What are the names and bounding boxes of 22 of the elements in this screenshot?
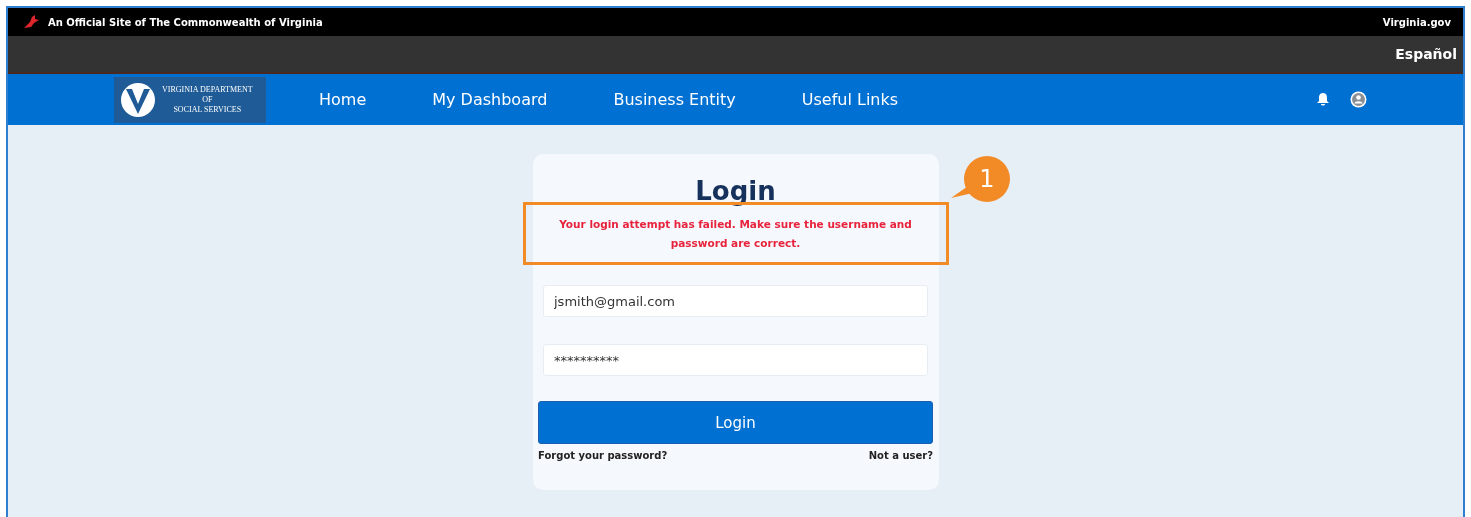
language-link[interactable]: Español bbox=[1395, 46, 1457, 62]
bell-icon[interactable] bbox=[1316, 92, 1330, 107]
nav-link[interactable]: Business Entity bbox=[580, 90, 769, 109]
logo-text: SOCIAL SERVICES bbox=[173, 104, 242, 115]
agency-logo[interactable]: VIRGINIA DEPARTMENT OF SOCIAL SERVICES bbox=[114, 76, 266, 123]
user-avatar-icon[interactable] bbox=[1350, 91, 1367, 108]
logo-text: VIRGINIA DEPARTMENT bbox=[162, 84, 253, 95]
username-field[interactable]: jsmith@gmail.com bbox=[543, 285, 928, 317]
virginia-gov-link[interactable]: Virginia.gov bbox=[1382, 16, 1451, 28]
login-title: Login bbox=[695, 175, 776, 208]
forgot-password-link[interactable]: Forgot your password? bbox=[538, 450, 668, 461]
nav-link[interactable]: My Dashboard bbox=[399, 90, 581, 109]
error-message: Your login attempt has failed. Make sure the username and password are correct. bbox=[558, 216, 913, 251]
nav-link[interactable]: Home bbox=[286, 90, 400, 109]
v-emblem-icon bbox=[120, 81, 156, 118]
official-site-text: An Official Site of The Commonwealth of Virginia bbox=[48, 16, 323, 28]
login-button[interactable]: Login bbox=[538, 401, 933, 444]
register-link[interactable]: Not a user? bbox=[868, 450, 933, 461]
password-field[interactable]: ********** bbox=[543, 344, 928, 376]
nav-link[interactable]: Useful Links bbox=[768, 90, 932, 109]
logo-text: OF bbox=[202, 94, 213, 105]
callout-badge: 1 bbox=[964, 156, 1010, 202]
